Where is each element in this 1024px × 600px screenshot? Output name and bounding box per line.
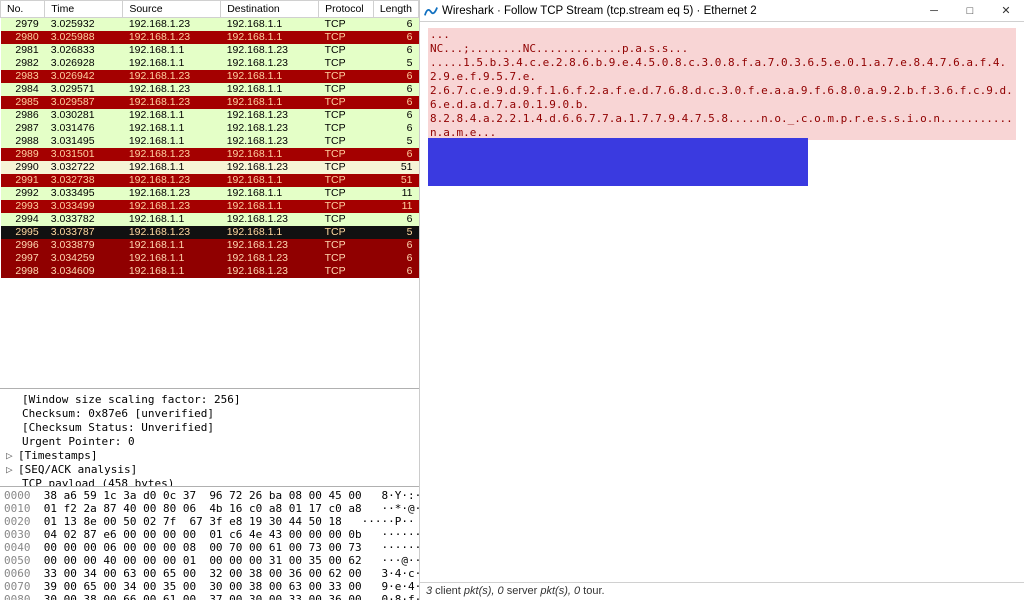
packet-row[interactable]: 29903.032722192.168.1.1192.168.1.23TCP51: [1, 161, 419, 174]
stream-text[interactable]: .....1.5.b.3.4.c.e.2.8.6.b.9.e.4.5.0.8.c…: [428, 56, 1016, 84]
hex-row[interactable]: 0050 00 00 00 40 00 00 00 01 00 00 00 31…: [4, 554, 415, 567]
hex-row[interactable]: 0040 00 00 00 06 00 00 00 08 00 70 00 61…: [4, 541, 415, 554]
detail-expandable[interactable]: ▷[Timestamps]: [6, 449, 413, 463]
stream-text[interactable]: ...: [428, 28, 1016, 42]
hex-row[interactable]: 0000 38 a6 59 1c 3a d0 0c 37 96 72 26 ba…: [4, 489, 415, 502]
packet-row[interactable]: 29883.031495192.168.1.1192.168.1.23TCP5: [1, 135, 419, 148]
packet-row[interactable]: 29793.025932192.168.1.23192.168.1.1TCP6: [1, 18, 419, 32]
packet-details[interactable]: [Window size scaling factor: 256] Checks…: [0, 388, 419, 486]
packet-row[interactable]: 29853.029587192.168.1.23192.168.1.1TCP6: [1, 96, 419, 109]
window-title: Wireshark · Follow TCP Stream (tcp.strea…: [442, 5, 916, 17]
stream-selection[interactable]: [428, 138, 808, 186]
hex-row[interactable]: 0020 01 13 8e 00 50 02 7f 67 3f e8 19 30…: [4, 515, 415, 528]
hex-row[interactable]: 0080 30 00 38 00 66 00 61 00 37 00 30 00…: [4, 593, 415, 600]
status-bar: 3 client pkt(s), 0 server pkt(s), 0 tour…: [420, 582, 1024, 600]
col-src[interactable]: Source: [123, 1, 221, 18]
packet-list-blank: [0, 278, 419, 388]
wireshark-icon: [424, 4, 438, 18]
stream-text[interactable]: 2.6.7.c.e.9.d.9.f.1.6.f.2.a.f.e.d.7.6.8.…: [428, 84, 1016, 112]
packet-row[interactable]: 29933.033499192.168.1.23192.168.1.1TCP11: [1, 200, 419, 213]
detail-line[interactable]: [Window size scaling factor: 256]: [22, 393, 413, 407]
packet-row[interactable]: 29943.033782192.168.1.1192.168.1.23TCP6: [1, 213, 419, 226]
detail-line[interactable]: Checksum: 0x87e6 [unverified]: [22, 407, 413, 421]
packet-row[interactable]: 29963.033879192.168.1.1192.168.1.23TCP6: [1, 239, 419, 252]
minimize-button[interactable]: ─: [916, 0, 952, 22]
packet-row[interactable]: 29863.030281192.168.1.1192.168.1.23TCP6: [1, 109, 419, 122]
detail-line[interactable]: Urgent Pointer: 0: [22, 435, 413, 449]
close-button[interactable]: ✕: [988, 0, 1024, 22]
packet-list-header[interactable]: No. Time Source Destination Protocol Len…: [1, 1, 419, 18]
detail-expandable[interactable]: ▷[SEQ/ACK analysis]: [6, 463, 413, 477]
maximize-button[interactable]: □: [952, 0, 988, 22]
col-no[interactable]: No.: [1, 1, 45, 18]
stream-text[interactable]: NC...;........NC.............p.a.s.s...: [428, 42, 1016, 56]
hex-row[interactable]: 0060 33 00 34 00 63 00 65 00 32 00 38 00…: [4, 567, 415, 580]
stream-text[interactable]: 8.2.8.4.a.2.2.1.4.d.6.6.7.7.a.1.7.7.9.4.…: [428, 112, 1016, 140]
col-len[interactable]: Length: [373, 1, 418, 18]
packet-row[interactable]: 29893.031501192.168.1.23192.168.1.1TCP6: [1, 148, 419, 161]
detail-line[interactable]: TCP payload (458 bytes): [22, 477, 413, 486]
packet-row[interactable]: 29813.026833192.168.1.1192.168.1.23TCP6: [1, 44, 419, 57]
packet-row[interactable]: 29983.034609192.168.1.1192.168.1.23TCP6: [1, 265, 419, 278]
col-proto[interactable]: Protocol: [319, 1, 374, 18]
packet-row[interactable]: 29803.025988192.168.1.23192.168.1.1TCP6: [1, 31, 419, 44]
packet-list[interactable]: No. Time Source Destination Protocol Len…: [0, 0, 419, 278]
packet-row[interactable]: 29973.034259192.168.1.1192.168.1.23TCP6: [1, 252, 419, 265]
packet-row[interactable]: 29913.032738192.168.1.23192.168.1.1TCP51: [1, 174, 419, 187]
hex-row[interactable]: 0030 04 02 87 e6 00 00 00 00 01 c6 4e 43…: [4, 528, 415, 541]
titlebar[interactable]: Wireshark · Follow TCP Stream (tcp.strea…: [420, 0, 1024, 22]
follow-stream-window: Wireshark · Follow TCP Stream (tcp.strea…: [420, 0, 1024, 600]
stream-content[interactable]: ... NC...;........NC.............p.a.s.s…: [420, 22, 1024, 582]
packet-row[interactable]: 29953.033787192.168.1.23192.168.1.1TCP5: [1, 226, 419, 239]
packet-row[interactable]: 29873.031476192.168.1.1192.168.1.23TCP6: [1, 122, 419, 135]
packet-row[interactable]: 29833.026942192.168.1.23192.168.1.1TCP6: [1, 70, 419, 83]
main-app-left: No. Time Source Destination Protocol Len…: [0, 0, 420, 600]
col-time[interactable]: Time: [45, 1, 123, 18]
packet-row[interactable]: 29923.033495192.168.1.23192.168.1.1TCP11: [1, 187, 419, 200]
chevron-right-icon[interactable]: ▷: [6, 449, 18, 463]
packet-row[interactable]: 29843.029571192.168.1.23192.168.1.1TCP6: [1, 83, 419, 96]
chevron-right-icon[interactable]: ▷: [6, 463, 18, 477]
hex-row[interactable]: 0070 39 00 65 00 34 00 35 00 30 00 38 00…: [4, 580, 415, 593]
detail-line[interactable]: [Checksum Status: Unverified]: [22, 421, 413, 435]
col-dst[interactable]: Destination: [221, 1, 319, 18]
hex-row[interactable]: 0010 01 f2 2a 87 40 00 80 06 4b 16 c0 a8…: [4, 502, 415, 515]
hex-dump[interactable]: 0000 38 a6 59 1c 3a d0 0c 37 96 72 26 ba…: [0, 486, 419, 600]
packet-row[interactable]: 29823.026928192.168.1.1192.168.1.23TCP5: [1, 57, 419, 70]
